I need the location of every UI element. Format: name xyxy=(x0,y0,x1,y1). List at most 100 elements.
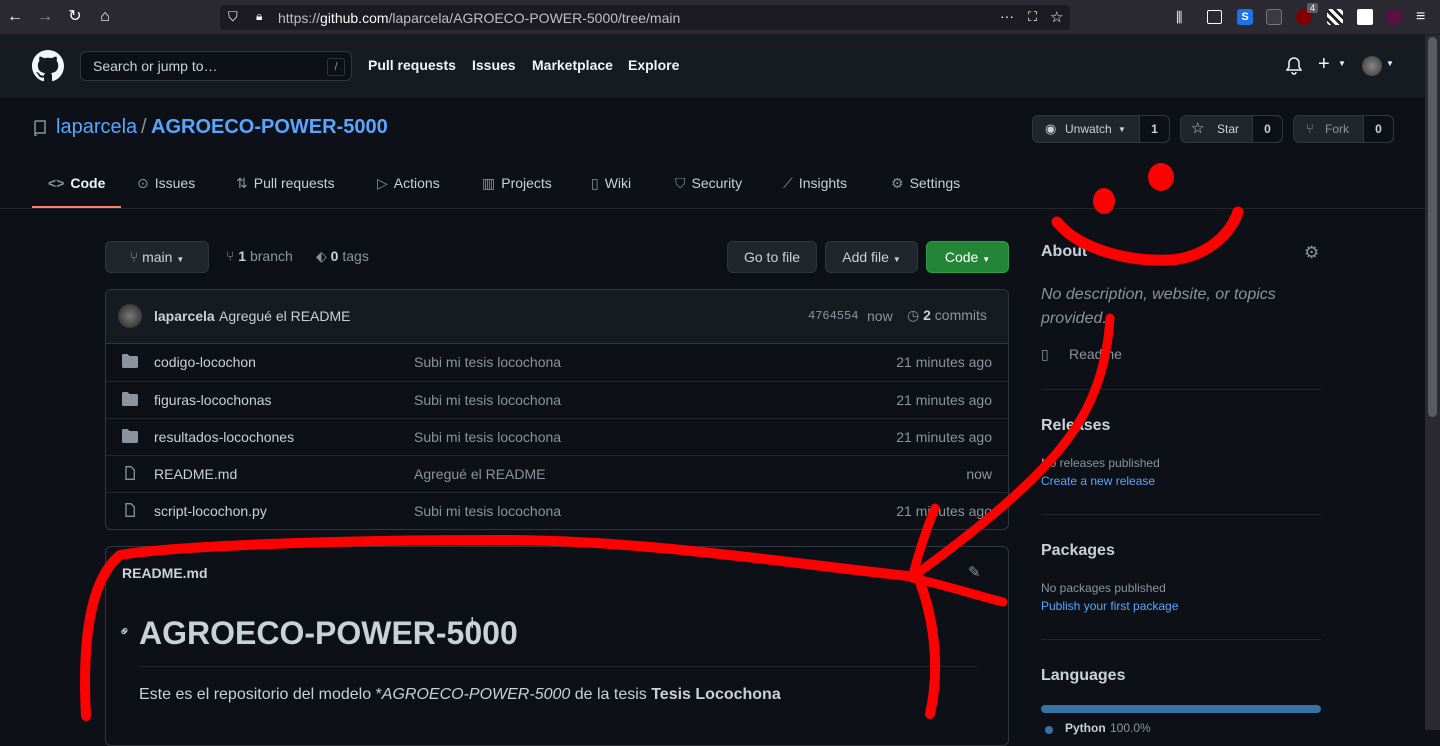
publish-package-link[interactable]: Publish your first package xyxy=(1041,599,1178,613)
heading-divider xyxy=(139,666,977,667)
nav-explore[interactable]: Explore xyxy=(628,57,679,73)
about-heading: About xyxy=(1041,243,1088,260)
chevron-down-icon[interactable]: ▼ xyxy=(1386,59,1394,68)
chevron-down-icon[interactable]: ▼ xyxy=(1338,59,1346,68)
watch-label: Unwatch xyxy=(1065,122,1112,136)
file-age: now xyxy=(966,466,992,482)
search-placeholder: Search or jump to… xyxy=(93,58,218,74)
tab-wiki[interactable]: ▯ Wiki xyxy=(591,175,631,192)
library-icon[interactable]: ⫼ xyxy=(1176,9,1182,26)
file-commit-message[interactable]: Subi mi tesis locochona xyxy=(414,392,561,408)
readme-text: Este es el repositorio del modelo * xyxy=(139,686,382,703)
file-name[interactable]: codigo-locochon xyxy=(154,354,256,370)
file-commit-message[interactable]: Agregué el README xyxy=(414,466,546,482)
tab-projects[interactable]: ▥ Projects xyxy=(482,175,552,192)
file-name[interactable]: figuras-locochonas xyxy=(154,392,272,408)
tag-icon: ⬖ xyxy=(316,248,327,264)
tab-issues[interactable]: ⊙ Issues xyxy=(137,175,195,192)
tab-security[interactable]: ⛉ Security xyxy=(675,175,742,192)
extension-s-icon[interactable]: S xyxy=(1237,9,1253,25)
commits-history-link[interactable]: ◷ 2 commits xyxy=(907,307,987,324)
address-bar[interactable]: ⛉ 🔒︎ https://github.com/laparcela/AGROEC… xyxy=(220,5,1070,30)
repo-name-link[interactable]: AGROECO-POWER-5000 xyxy=(151,116,388,139)
nav-issues[interactable]: Issues xyxy=(472,57,516,73)
bookmark-star-icon[interactable]: ☆ xyxy=(1050,8,1063,26)
latest-commit-bar: laparcela Agregué el README 4764554 now … xyxy=(106,290,1008,344)
search-input[interactable]: Search or jump to… / xyxy=(80,51,352,81)
file-row[interactable]: script-locochon.py Subi mi tesis lococho… xyxy=(106,492,1008,529)
watch-count[interactable]: 1 xyxy=(1139,116,1169,142)
scrollbar-thumb[interactable] xyxy=(1428,37,1437,417)
notification-bell-icon[interactable] xyxy=(1286,57,1302,75)
lock-icon[interactable]: 🔒︎ xyxy=(256,9,262,24)
file-name[interactable]: script-locochon.py xyxy=(154,503,267,519)
readme-emphasis: AGROECO-POWER-5000 xyxy=(381,686,571,703)
ublock-badge: 4 xyxy=(1307,3,1319,13)
readme-strong: Tesis Locochona xyxy=(651,686,781,703)
repo-owner-link[interactable]: laparcela xyxy=(56,116,137,139)
extension-login-icon[interactable] xyxy=(1357,9,1373,25)
create-release-link[interactable]: Create a new release xyxy=(1041,474,1155,488)
language-name[interactable]: Python xyxy=(1065,721,1106,735)
nav-marketplace[interactable]: Marketplace xyxy=(532,57,613,73)
gear-icon[interactable]: ⚙ xyxy=(1304,243,1319,263)
tags-link[interactable]: ⬖ 0 tags xyxy=(316,248,369,265)
reload-icon[interactable]: ↻ xyxy=(66,8,84,26)
file-commit-message[interactable]: Subi mi tesis locochona xyxy=(414,429,561,445)
tab-code[interactable]: <> Code xyxy=(48,175,105,191)
releases-heading[interactable]: Releases xyxy=(1041,417,1110,435)
nav-pull-requests[interactable]: Pull requests xyxy=(368,57,456,73)
file-row[interactable]: README.md Agregué el README now xyxy=(106,455,1008,492)
commit-author-avatar[interactable] xyxy=(118,304,142,328)
page-actions-icon[interactable]: ··· xyxy=(1000,8,1014,24)
star-icon: ☆ xyxy=(1191,120,1205,137)
file-name[interactable]: README.md xyxy=(154,466,237,482)
packages-heading[interactable]: Packages xyxy=(1041,542,1115,560)
tab-settings[interactable]: ⚙ Settings xyxy=(891,175,960,192)
home-icon[interactable]: ⌂ xyxy=(96,8,114,26)
readme-link[interactable]: Readme xyxy=(1069,346,1122,362)
commit-author[interactable]: laparcela xyxy=(154,308,215,324)
fork-button[interactable]: ⑂ Fork 0 xyxy=(1293,115,1394,143)
page-scrollbar[interactable] xyxy=(1425,35,1440,730)
commit-sha[interactable]: 4764554 xyxy=(808,309,858,323)
branch-select-button[interactable]: ⑂ main ▼ xyxy=(105,241,209,273)
file-row[interactable]: resultados-locochones Subi mi tesis loco… xyxy=(106,418,1008,455)
star-button[interactable]: ☆ Star 0 xyxy=(1180,115,1283,143)
commit-message[interactable]: Agregué el README xyxy=(219,308,351,324)
star-count[interactable]: 0 xyxy=(1252,116,1282,142)
forward-icon[interactable]: → xyxy=(36,8,54,26)
file-table: laparcela Agregué el README 4764554 now … xyxy=(105,289,1009,530)
file-commit-message[interactable]: Subi mi tesis locochona xyxy=(414,503,561,519)
github-header: Search or jump to… / Pull requests Issue… xyxy=(0,35,1425,98)
anchor-link-icon[interactable]: ⚭ xyxy=(115,621,135,641)
fork-count[interactable]: 0 xyxy=(1363,116,1393,142)
edit-pencil-icon[interactable]: ✎ xyxy=(968,563,981,581)
screenshot-icon[interactable]: ⛶ xyxy=(1028,9,1037,25)
menu-icon[interactable]: ≡ xyxy=(1416,8,1425,26)
file-row[interactable]: codigo-locochon Subi mi tesis locochona … xyxy=(106,344,1008,381)
github-logo-icon[interactable] xyxy=(32,50,64,82)
user-avatar[interactable] xyxy=(1362,56,1382,76)
extension-noise-icon[interactable] xyxy=(1327,9,1343,25)
add-file-button[interactable]: Add file ▼ xyxy=(825,241,918,273)
back-icon[interactable]: ← xyxy=(6,8,24,26)
tab-insights[interactable]: ⟋ Insights xyxy=(783,175,847,192)
chevron-down-icon: ▼ xyxy=(176,255,185,264)
go-to-file-button[interactable]: Go to file xyxy=(727,241,817,273)
file-commit-message[interactable]: Subi mi tesis locochona xyxy=(414,354,561,370)
create-new-icon[interactable]: + xyxy=(1318,53,1330,76)
branches-link[interactable]: ⑂ 1 branch xyxy=(226,248,293,264)
language-bar xyxy=(1041,705,1321,713)
tab-pull-requests[interactable]: ⇅ Pull requests xyxy=(236,175,335,192)
shield-icon[interactable]: ⛉ xyxy=(228,9,238,25)
watch-button[interactable]: ◉ Unwatch ▼ 1 xyxy=(1032,115,1170,143)
tab-actions[interactable]: ▷ Actions xyxy=(377,175,440,192)
extension-tab-icon[interactable] xyxy=(1266,9,1282,25)
code-download-button[interactable]: Code ▼ xyxy=(926,241,1009,273)
file-name[interactable]: resultados-locochones xyxy=(154,429,294,445)
file-row[interactable]: figuras-locochonas Subi mi tesis lococho… xyxy=(106,381,1008,418)
tab-pull-requests-label: Pull requests xyxy=(253,175,335,191)
profile-avatar-icon[interactable] xyxy=(1386,9,1402,25)
sidebar-icon[interactable] xyxy=(1207,10,1222,24)
